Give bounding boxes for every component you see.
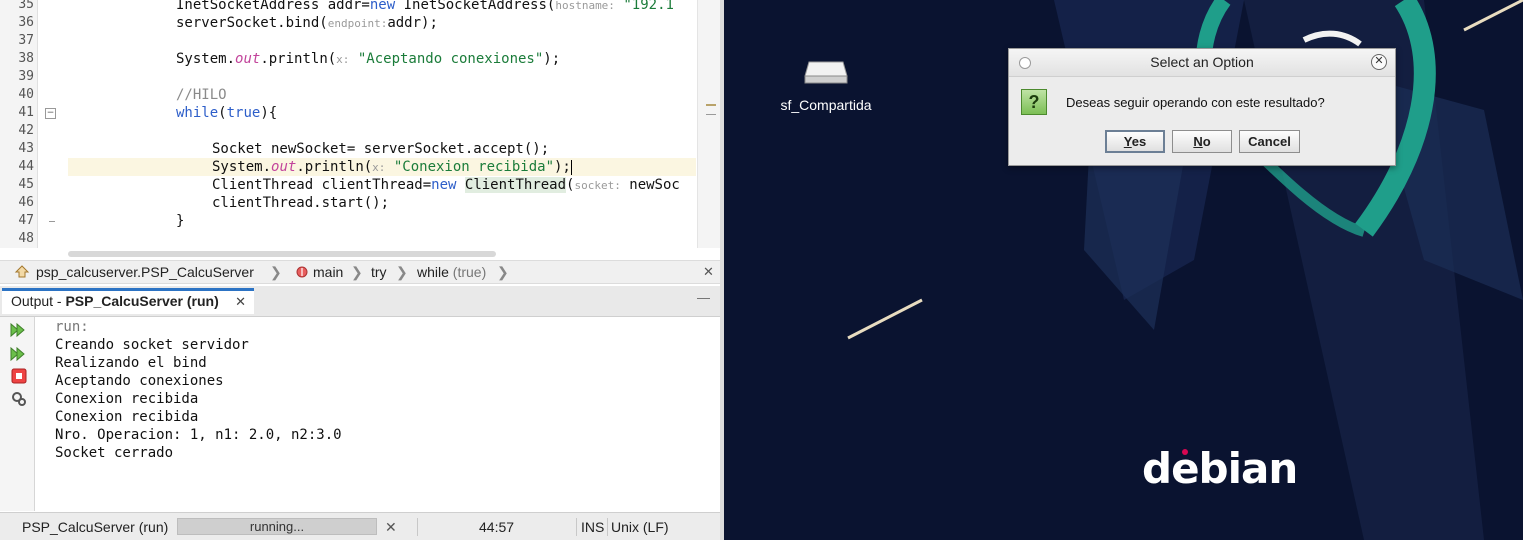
output-toolbar xyxy=(0,317,35,511)
editor-vertical-scrollbar[interactable] xyxy=(697,0,721,248)
code-line-43: Socket newSocket= serverSocket.accept(); xyxy=(212,141,550,157)
code-line-46: clientThread.start(); xyxy=(212,195,390,211)
dialog-title-bar[interactable]: Select an Option ✕ xyxy=(1009,49,1395,77)
rerun-with-params-icon[interactable] xyxy=(9,345,27,363)
console-line: Realizando el bind xyxy=(55,355,207,371)
fold-collapse-icon[interactable]: − xyxy=(45,108,56,119)
debian-logo: debian xyxy=(1142,444,1298,493)
error-stripe-mark[interactable] xyxy=(706,114,716,115)
line-number: 47 xyxy=(18,213,34,228)
tab-output[interactable]: Output - PSP_CalcuServer (run) ✕ xyxy=(2,288,254,314)
desktop-icon-label: sf_Compartida xyxy=(780,97,872,113)
console-line: Aceptando conexiones xyxy=(55,373,224,389)
breadcrumb-try[interactable]: try xyxy=(371,263,387,281)
line-number: 35 xyxy=(18,0,34,12)
code-editor[interactable]: 35 36 37 38 39 40 41 42 43 44 45 46 47 4… xyxy=(0,0,721,260)
logo-dot xyxy=(1182,449,1188,455)
breadcrumb-method[interactable]: main xyxy=(313,263,343,281)
insert-mode: INS xyxy=(581,519,605,535)
chevron-right-icon: ❯ xyxy=(270,264,282,280)
minimize-icon[interactable]: — xyxy=(697,290,710,305)
error-stripe-mark[interactable] xyxy=(706,104,716,106)
code-line-36: serverSocket.bind(endpoint:addr); xyxy=(176,15,438,31)
line-number: 43 xyxy=(18,141,34,156)
cancel-button[interactable]: Cancel xyxy=(1239,130,1300,153)
line-number: 45 xyxy=(18,177,34,192)
divider xyxy=(607,518,608,536)
console-line: Conexion recibida xyxy=(55,409,199,425)
fold-margin: − xyxy=(38,0,64,248)
code-line-47: } xyxy=(176,213,185,229)
settings-icon[interactable] xyxy=(10,391,28,409)
code-line-38: System.out.println(x: "Aceptando conexio… xyxy=(176,51,561,67)
status-bar: PSP_CalcuServer (run) running... ✕ 44:57… xyxy=(0,512,724,540)
close-icon[interactable]: ✕ xyxy=(1371,54,1387,70)
fold-end-marker xyxy=(49,221,55,222)
question-icon: ? xyxy=(1021,89,1047,115)
divider xyxy=(576,518,577,536)
line-endings[interactable]: Unix (LF) xyxy=(611,518,669,536)
code-line-44-current: System.out.println(x: "Conexion recibida… xyxy=(68,158,696,176)
output-console[interactable]: run: Creando socket servidor Realizando … xyxy=(35,317,720,511)
console-line: run: xyxy=(55,319,89,335)
line-number: 38 xyxy=(18,51,34,66)
line-number: 44 xyxy=(18,159,34,174)
console-line: Conexion recibida xyxy=(55,391,199,407)
close-breadcrumb-icon[interactable]: ✕ xyxy=(703,263,714,281)
dialog-message: Deseas seguir operando con este resultad… xyxy=(1066,95,1325,110)
dialog-title: Select an Option xyxy=(1150,54,1254,70)
rerun-icon[interactable] xyxy=(9,321,27,339)
class-icon xyxy=(14,263,30,283)
option-dialog: Select an Option ✕ ? Deseas seguir opera… xyxy=(1008,48,1396,166)
window-menu-icon[interactable] xyxy=(1019,57,1031,69)
console-line: Socket cerrado xyxy=(55,445,174,461)
divider xyxy=(417,518,418,536)
line-number: 46 xyxy=(18,195,34,210)
console-line: Creando socket servidor xyxy=(55,337,249,353)
no-button[interactable]: No xyxy=(1172,130,1232,153)
line-number: 40 xyxy=(18,87,34,102)
close-tab-icon[interactable]: ✕ xyxy=(235,291,246,312)
cancel-task-icon[interactable]: ✕ xyxy=(385,518,397,536)
method-icon xyxy=(296,263,308,283)
line-number: 36 xyxy=(18,15,34,30)
breadcrumb: psp_calcuserver.PSP_CalcuServer ❯ main ❯… xyxy=(0,260,720,284)
drive-icon xyxy=(804,61,848,84)
netbeans-ide: 35 36 37 38 39 40 41 42 43 44 45 46 47 4… xyxy=(0,0,724,540)
code-line-40: //HILO xyxy=(176,87,227,103)
desktop-icon-sf-compartida[interactable]: sf_Compartida xyxy=(766,58,886,113)
text-caret xyxy=(570,159,572,175)
breadcrumb-class[interactable]: psp_calcuserver.PSP_CalcuServer xyxy=(36,263,254,281)
code-line-45: ClientThread clientThread=new ClientThre… xyxy=(212,177,680,193)
console-line: Nro. Operacion: 1, n1: 2.0, n2:3.0 xyxy=(55,427,342,443)
caret-position: 44:57 xyxy=(479,519,515,535)
yes-button[interactable]: Yes xyxy=(1105,130,1165,153)
chevron-right-icon: ❯ xyxy=(497,264,509,280)
line-number: 42 xyxy=(18,123,34,138)
output-tab-bar: Output - PSP_CalcuServer (run) ✕ — xyxy=(0,286,720,317)
line-number: 41 xyxy=(18,105,34,120)
code-line-35: InetSocketAddress addr=new InetSocketAdd… xyxy=(176,0,674,13)
progress-bar: running... xyxy=(177,518,377,535)
breadcrumb-while[interactable]: while (true) xyxy=(417,263,486,281)
line-number: 39 xyxy=(18,69,34,84)
editor-horizontal-scrollbar[interactable] xyxy=(68,251,496,257)
chevron-right-icon: ❯ xyxy=(351,264,363,280)
line-number: 37 xyxy=(18,33,34,48)
running-task-label[interactable]: PSP_CalcuServer (run) xyxy=(22,518,168,536)
chevron-right-icon: ❯ xyxy=(396,264,408,280)
stop-icon[interactable] xyxy=(10,368,28,386)
code-line-41: while(true){ xyxy=(176,105,278,121)
line-number: 48 xyxy=(18,231,34,246)
line-number-gutter: 35 36 37 38 39 40 41 42 43 44 45 46 47 4… xyxy=(0,0,38,248)
